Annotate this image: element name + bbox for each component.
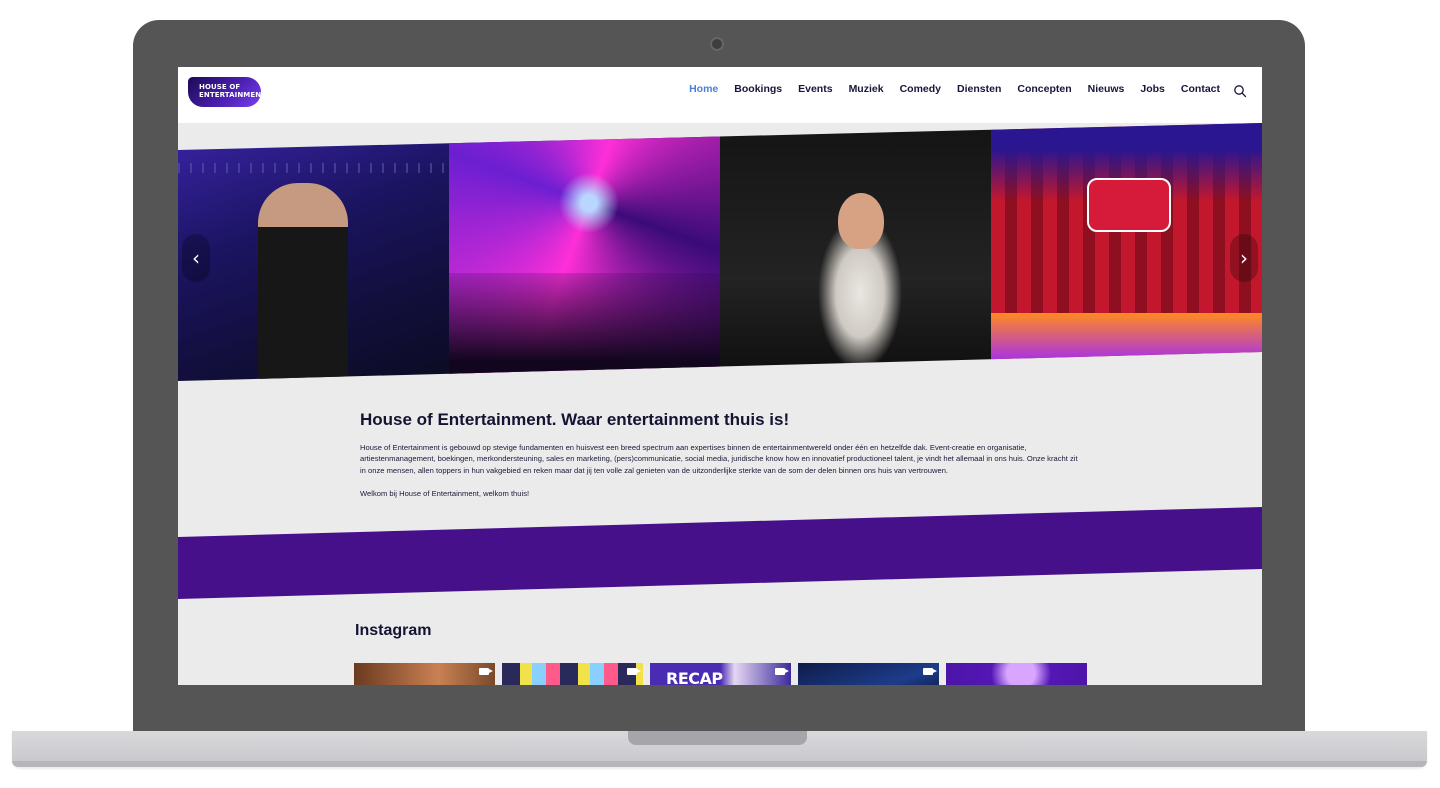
video-icon [479, 668, 493, 675]
hero-image-performer [720, 123, 991, 381]
slider-prev-button[interactable]: ‹ [182, 234, 210, 282]
instagram-feed: RECAP [354, 663, 1087, 685]
nav-bookings[interactable]: Bookings [734, 83, 782, 95]
purple-band [178, 507, 1262, 599]
intro-title: House of Entertainment. Waar entertainme… [360, 410, 790, 429]
intro-paragraph: House of Entertainment is gebouwd op ste… [360, 443, 1078, 475]
nav-events[interactable]: Events [798, 83, 832, 95]
video-icon [775, 668, 789, 675]
nav-jobs[interactable]: Jobs [1140, 83, 1165, 95]
intro-welcome: Welkom bij House of Entertainment, welko… [360, 489, 530, 499]
hero-image-stage-show [991, 123, 1262, 381]
singer-silhouette [258, 183, 348, 381]
nav-concepten[interactable]: Concepten [1017, 83, 1071, 95]
video-icon [923, 668, 937, 675]
hero-image-singer [178, 123, 449, 381]
stage-dancers [991, 313, 1262, 381]
crowd-silhouette [449, 273, 720, 381]
recap-text: RECAP [666, 669, 723, 685]
hero-image-lightshow [449, 123, 720, 381]
camera-dot [710, 37, 724, 51]
stage-truss [178, 163, 449, 173]
nav-comedy[interactable]: Comedy [900, 83, 941, 95]
instagram-title: Instagram [355, 622, 432, 639]
website-screen: HOUSE OF ENTERTAINMENT Home Bookings Eve… [178, 67, 1262, 685]
instagram-post[interactable] [354, 663, 495, 685]
site-logo[interactable]: HOUSE OF ENTERTAINMENT [188, 77, 267, 107]
slider-next-button[interactable]: › [1230, 234, 1258, 282]
hero-slider [178, 123, 1262, 381]
nav-home[interactable]: Home [689, 83, 718, 95]
instagram-post[interactable] [502, 663, 643, 685]
intro-section: House of Entertainment. Waar entertainme… [360, 410, 1080, 512]
logo-line-2: ENTERTAINMENT [199, 90, 267, 99]
instagram-post[interactable] [946, 663, 1087, 685]
site-header: HOUSE OF ENTERTAINMENT Home Bookings Eve… [178, 67, 1262, 123]
search-icon[interactable] [1233, 84, 1247, 98]
laptop-base-notch [628, 731, 807, 745]
video-icon [627, 668, 641, 675]
instagram-post[interactable]: RECAP [650, 663, 791, 685]
stage-sign [1087, 178, 1171, 232]
performer-head [838, 193, 884, 249]
nav-contact[interactable]: Contact [1181, 83, 1220, 95]
nav-muziek[interactable]: Muziek [849, 83, 884, 95]
nav-diensten[interactable]: Diensten [957, 83, 1001, 95]
nav-nieuws[interactable]: Nieuws [1088, 83, 1125, 95]
main-nav: Home Bookings Events Muziek Comedy Diens… [689, 83, 1220, 95]
instagram-post[interactable] [798, 663, 939, 685]
